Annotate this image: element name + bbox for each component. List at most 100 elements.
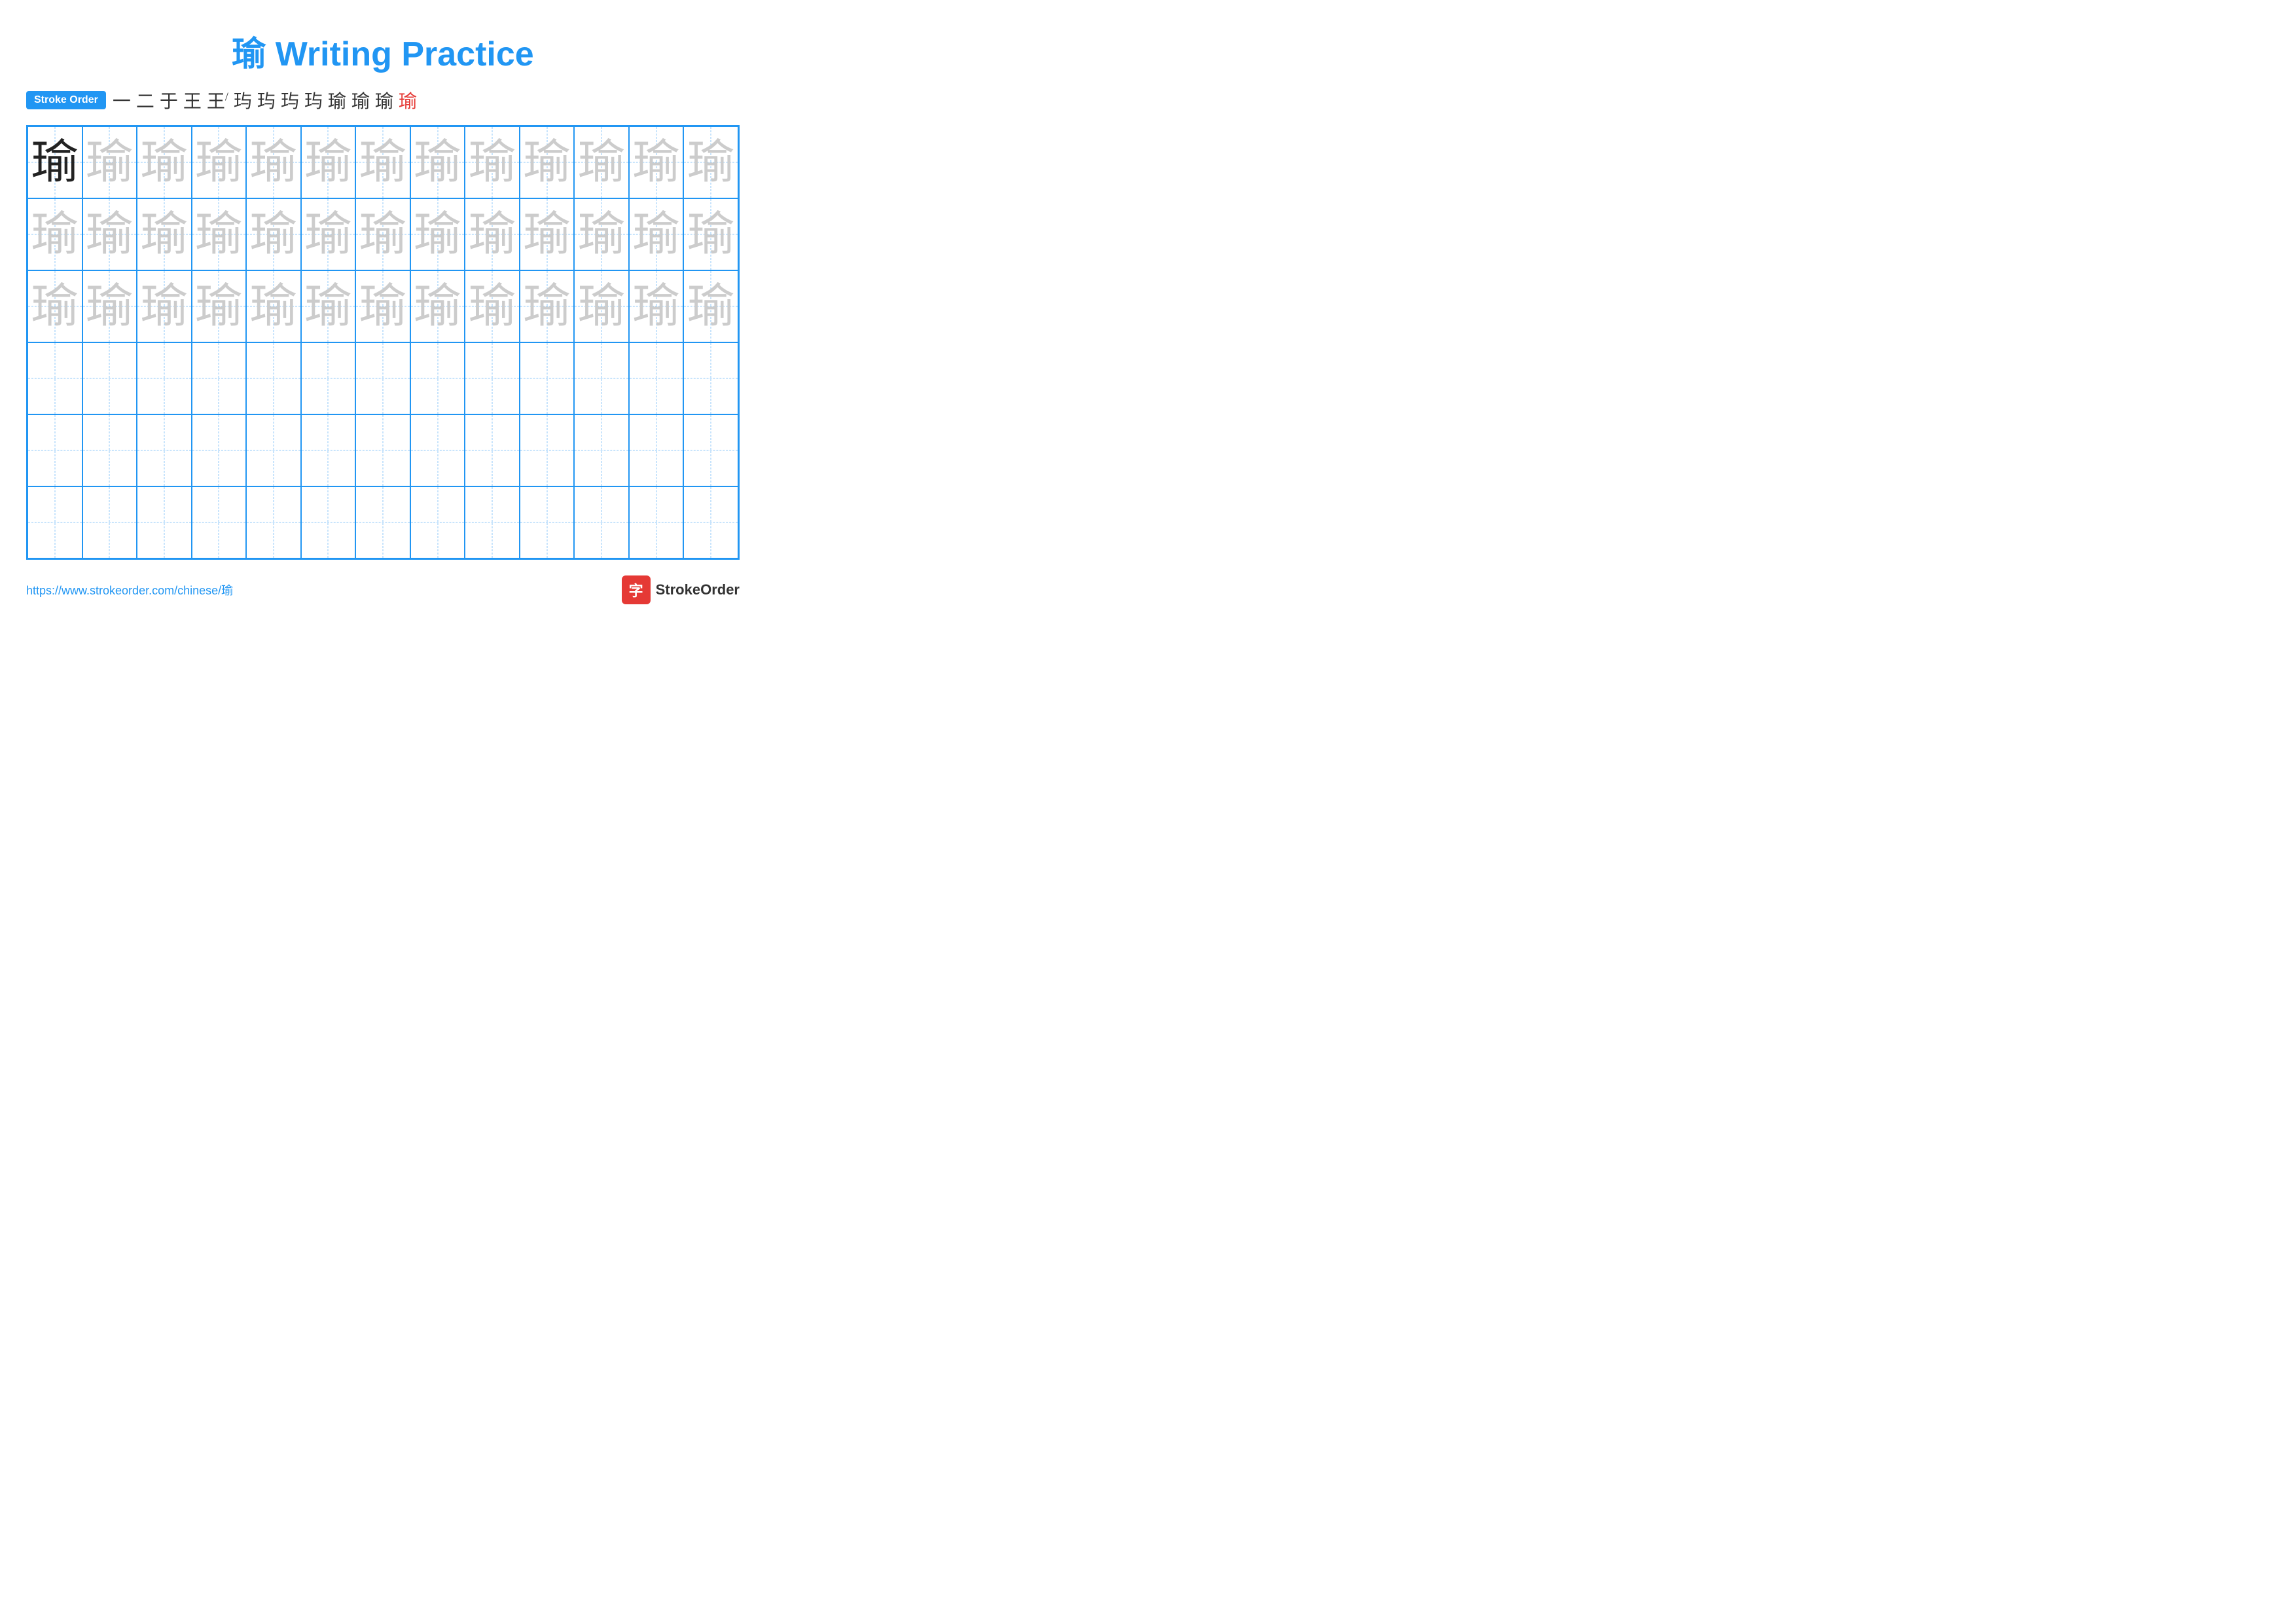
- grid-cell: [301, 414, 356, 486]
- grid-cell: 瑜: [192, 126, 247, 198]
- grid-cell: 瑜: [465, 198, 520, 270]
- cell-character: 瑜: [304, 211, 351, 258]
- grid-cell: [137, 342, 192, 414]
- grid-cell: 瑜: [629, 126, 684, 198]
- cell-character: 瑜: [633, 283, 680, 330]
- grid-cell: [192, 486, 247, 558]
- grid-cell: [520, 342, 575, 414]
- cell-character: 瑜: [195, 139, 242, 186]
- grid-cell: [301, 486, 356, 558]
- grid-cell: [574, 414, 629, 486]
- grid-cell: [629, 414, 684, 486]
- grid-cell: 瑜: [410, 126, 465, 198]
- practice-grid: 瑜瑜瑜瑜瑜瑜瑜瑜瑜瑜瑜瑜瑜瑜瑜瑜瑜瑜瑜瑜瑜瑜瑜瑜瑜瑜瑜瑜瑜瑜瑜瑜瑜瑜瑜瑜瑜瑜瑜: [26, 125, 740, 560]
- grid-cell: 瑜: [410, 270, 465, 342]
- cell-character: 瑜: [687, 139, 734, 186]
- grid-cell: [683, 486, 738, 558]
- grid-cell: 瑜: [27, 126, 82, 198]
- grid-cell: [410, 342, 465, 414]
- cell-character: 瑜: [633, 211, 680, 258]
- grid-cell: [27, 486, 82, 558]
- grid-cell: [574, 486, 629, 558]
- grid-cell: [82, 342, 137, 414]
- grid-cell: 瑜: [629, 198, 684, 270]
- grid-cell: 瑜: [683, 270, 738, 342]
- cell-character: 瑜: [141, 139, 188, 186]
- grid-cell: [520, 414, 575, 486]
- stroke-2: 二: [136, 87, 154, 113]
- grid-cell: [246, 486, 301, 558]
- footer: https://www.strokeorder.com/chinese/瑜 字 …: [26, 575, 740, 604]
- cell-character: 瑜: [633, 139, 680, 186]
- grid-cell: [683, 342, 738, 414]
- grid-cell: [574, 342, 629, 414]
- grid-cell: 瑜: [683, 198, 738, 270]
- grid-cell: [82, 486, 137, 558]
- stroke-10: 瑜: [328, 87, 346, 113]
- stroke-8: 玙: [281, 87, 299, 113]
- cell-character: 瑜: [524, 211, 571, 258]
- grid-cell: [355, 414, 410, 486]
- grid-cell: 瑜: [192, 198, 247, 270]
- cell-character: 瑜: [524, 139, 571, 186]
- cell-character: 瑜: [250, 211, 297, 258]
- cell-character: 瑜: [524, 283, 571, 330]
- cell-character: 瑜: [414, 139, 461, 186]
- grid-cell: 瑜: [355, 270, 410, 342]
- grid-cell: [246, 342, 301, 414]
- cell-character: 瑜: [195, 283, 242, 330]
- grid-cell: 瑜: [137, 126, 192, 198]
- page-title: 瑜 Writing Practice: [26, 26, 740, 75]
- grid-cell: 瑜: [27, 270, 82, 342]
- cell-character: 瑜: [359, 283, 406, 330]
- stroke-11: 瑜: [351, 87, 370, 113]
- grid-cell: 瑜: [574, 270, 629, 342]
- cell-character: 瑜: [304, 283, 351, 330]
- grid-cell: [246, 414, 301, 486]
- stroke-order-badge: Stroke Order: [26, 91, 106, 109]
- cell-character: 瑜: [578, 139, 625, 186]
- grid-cell: 瑜: [465, 270, 520, 342]
- grid-cell: [137, 486, 192, 558]
- grid-cell: [410, 486, 465, 558]
- cell-character: 瑜: [141, 283, 188, 330]
- grid-cell: 瑜: [301, 126, 356, 198]
- grid-cell: 瑜: [520, 198, 575, 270]
- grid-cell: 瑜: [246, 198, 301, 270]
- cell-character: 瑜: [250, 283, 297, 330]
- grid-cell: 瑜: [355, 198, 410, 270]
- grid-cell: 瑜: [301, 270, 356, 342]
- footer-url: https://www.strokeorder.com/chinese/瑜: [26, 581, 233, 598]
- grid-cell: 瑜: [574, 198, 629, 270]
- grid-cell: 瑜: [137, 198, 192, 270]
- grid-cell: [82, 414, 137, 486]
- grid-cell: [27, 342, 82, 414]
- grid-cell: 瑜: [137, 270, 192, 342]
- cell-character: 瑜: [469, 211, 516, 258]
- cell-character: 瑜: [86, 211, 133, 258]
- cell-character: 瑜: [31, 211, 79, 258]
- cell-character: 瑜: [304, 139, 351, 186]
- stroke-9: 玙: [304, 87, 323, 113]
- grid-cell: [355, 342, 410, 414]
- stroke-4: 王: [183, 87, 202, 113]
- grid-cell: 瑜: [410, 198, 465, 270]
- cell-character: 瑜: [687, 211, 734, 258]
- grid-cell: [192, 414, 247, 486]
- grid-cell: [301, 342, 356, 414]
- stroke-6: 玙: [234, 87, 252, 113]
- cell-character: 瑜: [578, 211, 625, 258]
- grid-cell: [410, 414, 465, 486]
- grid-cell: [27, 414, 82, 486]
- cell-character: 瑜: [414, 211, 461, 258]
- grid-cell: [465, 342, 520, 414]
- grid-cell: 瑜: [27, 198, 82, 270]
- cell-character: 瑜: [86, 283, 133, 330]
- cell-character: 瑜: [414, 283, 461, 330]
- stroke-1: 一: [113, 87, 131, 113]
- grid-cell: 瑜: [355, 126, 410, 198]
- cell-character: 瑜: [469, 139, 516, 186]
- stroke-13: 瑜: [399, 87, 417, 113]
- cell-character: 瑜: [141, 211, 188, 258]
- cell-character: 瑜: [359, 139, 406, 186]
